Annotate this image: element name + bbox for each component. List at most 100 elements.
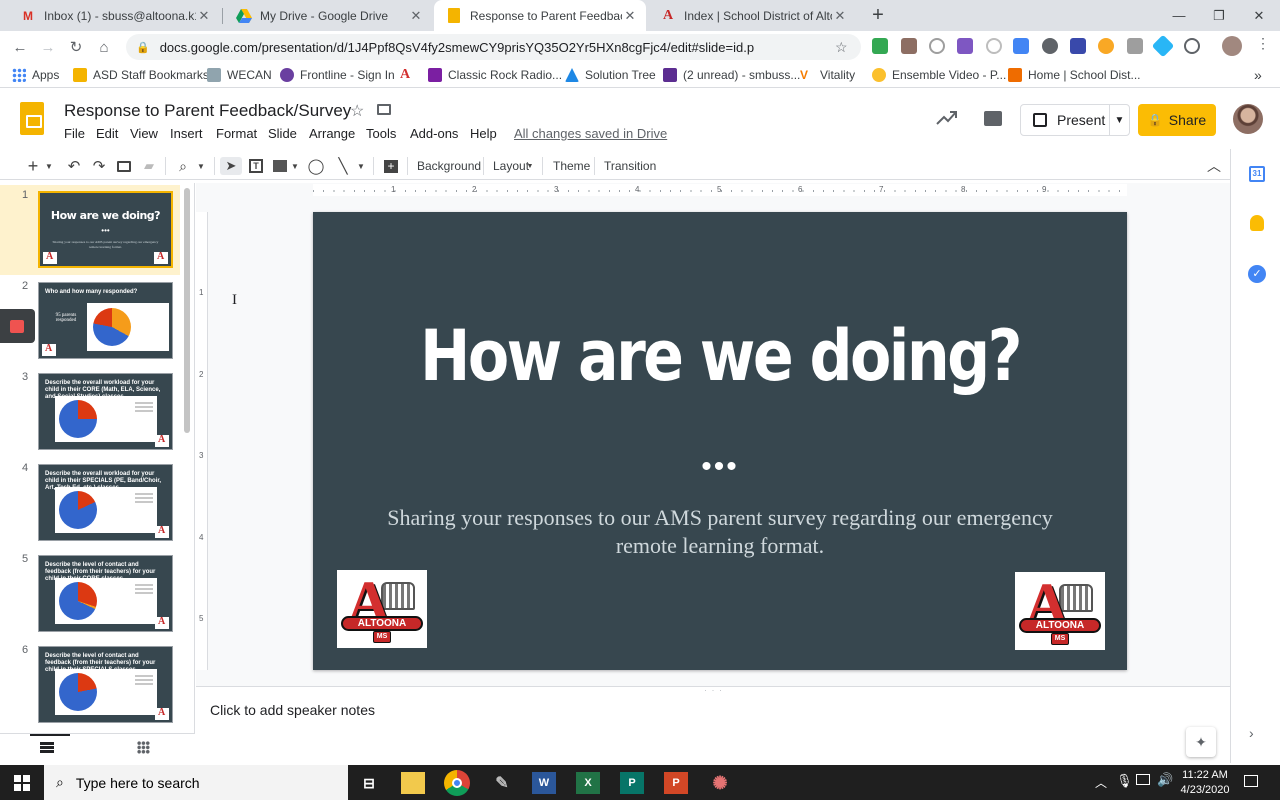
notes-drag-handle[interactable]: · · ·	[704, 685, 723, 695]
extension-icon[interactable]	[1098, 38, 1114, 54]
keep-icon[interactable]	[1250, 215, 1264, 231]
slide-thumbnail-5[interactable]: 5 Describe the level of contact and feed…	[0, 549, 180, 639]
menu-tools[interactable]: Tools	[366, 126, 396, 141]
slide-subtitle[interactable]: Sharing your responses to our AMS parent…	[373, 504, 1067, 560]
powerpoint-icon[interactable]: P	[664, 772, 688, 794]
extension-icon[interactable]	[1127, 38, 1143, 54]
volume-icon[interactable]: 🔊	[1157, 772, 1173, 788]
move-folder-icon[interactable]	[377, 104, 391, 115]
tab-drive[interactable]: My Drive - Google Drive ✕	[224, 0, 432, 31]
extension-icon[interactable]	[957, 38, 973, 54]
microphone-icon[interactable]: 🎙	[1116, 773, 1133, 789]
chevron-down-icon[interactable]: ▼	[526, 157, 534, 175]
explore-icon[interactable]: ✦	[1186, 727, 1216, 757]
chrome-icon[interactable]	[444, 770, 470, 796]
reload-icon[interactable]: ↻	[64, 35, 88, 59]
paint-format-icon[interactable]: ▰	[141, 157, 157, 175]
tab-slides[interactable]: Response to Parent Feedback/Su ✕	[434, 0, 646, 31]
close-icon[interactable]: ✕	[622, 8, 638, 24]
app-icon[interactable]: ✎	[488, 769, 516, 797]
altoona-ms-logo[interactable]: A ALTOONA MS	[337, 569, 427, 648]
close-icon[interactable]: ✕	[832, 8, 848, 24]
menu-format[interactable]: Format	[216, 126, 257, 141]
extension-icon[interactable]	[901, 38, 917, 54]
close-icon[interactable]: ✕	[408, 8, 424, 24]
tray-chevron-icon[interactable]: ︿	[1095, 774, 1107, 791]
menu-arrange[interactable]: Arrange	[309, 126, 355, 141]
slide-thumbnail-4[interactable]: 4 Describe the overall workload for your…	[0, 458, 180, 548]
file-explorer-icon[interactable]	[401, 772, 425, 794]
theme-button[interactable]: Theme	[553, 159, 590, 173]
extension-icon[interactable]	[929, 38, 945, 54]
bookmark-apps[interactable]: Apps	[12, 66, 59, 84]
extension-icon[interactable]	[1013, 38, 1029, 54]
menu-slide[interactable]: Slide	[268, 126, 297, 141]
menu-view[interactable]: View	[130, 126, 158, 141]
network-icon[interactable]	[1136, 774, 1150, 785]
bookmark-asd-staff[interactable]: ASD Staff Bookmarks	[73, 66, 209, 84]
bookmark-wecan[interactable]: WECAN	[207, 66, 272, 84]
extension-icon[interactable]	[872, 38, 888, 54]
menu-help[interactable]: Help	[470, 126, 497, 141]
speaker-notes-input[interactable]: Click to add speaker notes	[210, 702, 375, 718]
chevron-down-icon[interactable]: ▼	[1109, 104, 1129, 136]
url-bar[interactable]: 🔒 docs.google.com/presentation/d/1J4Ppf8…	[126, 34, 861, 60]
publisher-icon[interactable]: P	[620, 772, 644, 794]
text-box-icon[interactable]: T	[247, 157, 265, 175]
current-slide[interactable]: How are we doing? ••• Sharing your respo…	[313, 212, 1127, 670]
new-tab-button[interactable]: +	[864, 0, 892, 31]
print-icon[interactable]	[116, 157, 132, 175]
bookmark-frontline[interactable]: Frontline - Sign In	[280, 66, 395, 84]
background-button[interactable]: Background	[417, 159, 481, 173]
add-comment-icon[interactable]: +	[382, 157, 400, 175]
taskbar-search[interactable]: ⌕ Type here to search	[44, 765, 348, 800]
notifications-icon[interactable]	[1244, 775, 1258, 787]
power-icon[interactable]	[1184, 38, 1200, 54]
slides-logo-icon[interactable]	[20, 102, 44, 135]
system-clock[interactable]: 11:22 AM 4/23/2020	[1175, 768, 1235, 798]
document-title[interactable]: Response to Parent Feedback/Survey	[64, 101, 351, 121]
chevron-down-icon[interactable]: ▼	[44, 157, 54, 175]
menu-file[interactable]: File	[64, 126, 85, 141]
menu-add-ons[interactable]: Add-ons	[410, 126, 458, 141]
altoona-ms-logo[interactable]: A ALTOONA MS	[1015, 571, 1105, 650]
close-icon[interactable]: ✕	[196, 8, 212, 24]
chevron-down-icon[interactable]: ▼	[356, 157, 366, 175]
shape-icon[interactable]: ◯	[307, 157, 325, 175]
slide-thumbnail-6[interactable]: 6 Describe the level of contact and feed…	[0, 640, 180, 730]
save-status-link[interactable]: All changes saved in Drive	[514, 126, 667, 141]
windows-start-icon[interactable]	[14, 775, 30, 791]
share-button[interactable]: 🔒 Share	[1138, 104, 1216, 136]
extension-icon[interactable]	[1151, 34, 1175, 58]
slide-thumbnail-3[interactable]: 3 Describe the overall workload for your…	[0, 367, 180, 457]
back-icon[interactable]: ←	[8, 35, 32, 59]
zoom-icon[interactable]: ⌕	[174, 157, 192, 175]
extension-icon[interactable]	[986, 38, 1002, 54]
present-button[interactable]: Present ▼	[1020, 104, 1130, 136]
record-button[interactable]	[0, 309, 35, 343]
transition-button[interactable]: Transition	[604, 159, 656, 173]
tab-gmail[interactable]: M Inbox (1) - sbuss@altoona.k12.wi ✕	[8, 0, 220, 31]
menu-edit[interactable]: Edit	[96, 126, 118, 141]
app-icon[interactable]: ✺	[706, 769, 734, 797]
list-view-icon[interactable]	[40, 742, 54, 753]
bookmark-home-school[interactable]: Home | School Dist...	[1008, 66, 1141, 84]
slide-title[interactable]: How are we doing?	[370, 315, 1070, 397]
bookmark-solution-tree[interactable]: Solution Tree	[565, 66, 656, 84]
bookmark-vitality[interactable]: V Vitality	[800, 66, 855, 84]
forward-icon[interactable]: →	[36, 35, 60, 59]
undo-icon[interactable]: ↶	[66, 157, 82, 175]
tab-altoona[interactable]: A Index | School District of Altoona ✕	[648, 0, 856, 31]
calendar-icon[interactable]: 31	[1249, 166, 1265, 182]
slide-thumbnail-1[interactable]: 1 How are we doing? ••• Sharing your res…	[0, 185, 180, 275]
bookmark-altoona[interactable]: A	[400, 66, 420, 84]
bookmark-ensemble[interactable]: Ensemble Video - P...	[872, 66, 1006, 84]
grid-view-icon[interactable]	[137, 741, 150, 754]
line-icon[interactable]: ╲	[335, 157, 351, 175]
select-cursor-icon[interactable]: ➤	[220, 157, 242, 175]
extension-icon[interactable]	[1042, 38, 1058, 54]
redo-icon[interactable]: ↷	[91, 157, 107, 175]
extension-icon[interactable]	[1070, 38, 1086, 54]
home-icon[interactable]: ⌂	[92, 35, 116, 59]
excel-icon[interactable]: X	[576, 772, 600, 794]
